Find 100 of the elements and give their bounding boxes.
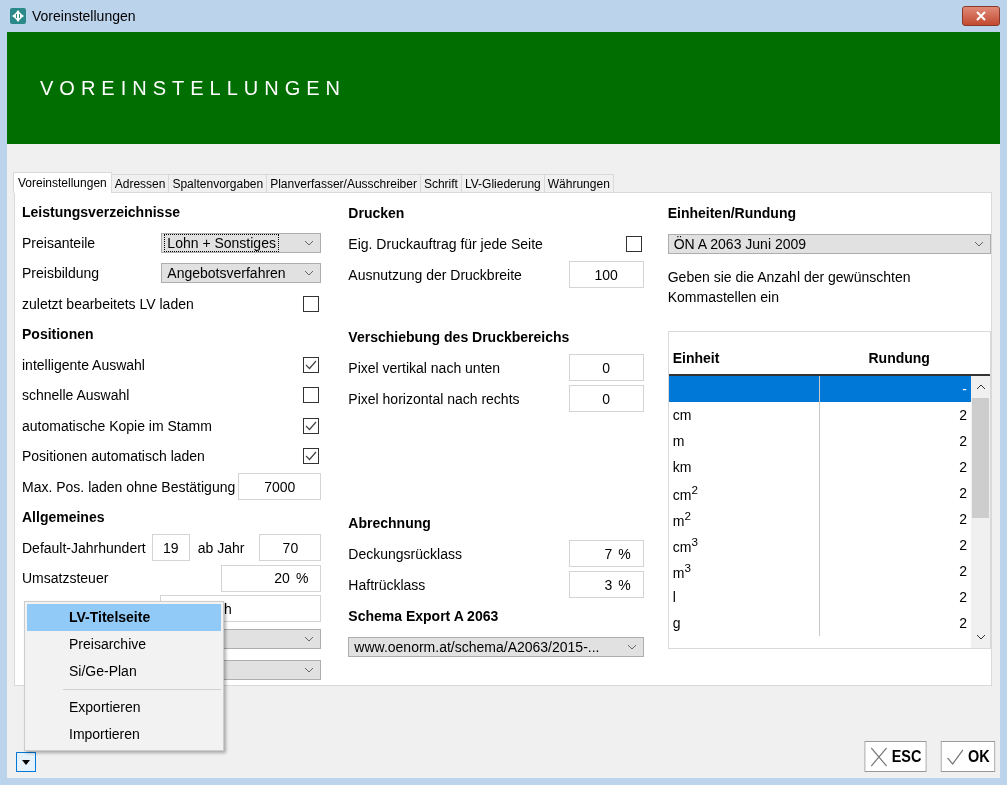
table-row[interactable]: m$^{2}$ 2 xyxy=(668,506,971,532)
field-label: Max. Pos. laden ohne Bestätigung xyxy=(22,478,236,495)
table-cell: - xyxy=(962,381,967,397)
checkbox[interactable] xyxy=(303,356,320,373)
field-label: Default-Jahrhundert xyxy=(22,539,146,556)
section-heading: Drucken xyxy=(348,204,405,221)
field-label: Haftrücklass xyxy=(348,576,426,593)
chevron-down-icon xyxy=(974,240,984,247)
menu-item[interactable]: Importieren xyxy=(27,721,221,748)
chevron-down-icon xyxy=(304,666,315,673)
table-cell: 2 xyxy=(959,485,967,501)
table-cell: l xyxy=(672,589,676,605)
table-cell: m$^{3}$ xyxy=(672,561,691,581)
ok-button[interactable]: OK xyxy=(940,741,995,772)
checkbox[interactable] xyxy=(303,417,320,434)
input-field[interactable]: 100 xyxy=(568,261,644,288)
checkbox[interactable] xyxy=(303,448,320,465)
close-icon xyxy=(976,11,986,21)
table-cell: km xyxy=(672,459,692,475)
section-heading: Allgemeines xyxy=(22,509,105,526)
menu-item[interactable]: Si/Ge-Plan xyxy=(27,658,221,685)
field-label: Eig. Druckauftrag für jede Seite xyxy=(348,235,543,252)
input-field[interactable]: 0 xyxy=(568,354,644,381)
table-cell: g xyxy=(672,615,681,631)
field-label: automatische Kopie im Stamm xyxy=(22,417,212,434)
menu-dropdown-button[interactable] xyxy=(16,752,36,772)
input-field[interactable]: 7000 xyxy=(238,473,322,501)
section-heading: Verschiebung des Druckbereichs xyxy=(348,328,570,345)
field-label: zuletzt bearbeitets LV laden xyxy=(22,295,194,312)
table-row[interactable]: l 2 xyxy=(668,584,971,610)
table-row[interactable]: - xyxy=(668,376,971,402)
chevron-down-icon xyxy=(304,239,315,246)
field-label: Positionen automatisch laden xyxy=(22,448,205,465)
section-heading: Leistungsverzeichnisse xyxy=(22,204,180,221)
table-row[interactable]: m 2 xyxy=(668,428,971,454)
input-field[interactable]: 70 xyxy=(259,534,322,562)
section-heading: Positionen xyxy=(22,326,94,343)
table-row[interactable]: km 2 xyxy=(668,454,971,480)
dropdown[interactable]: Lohn + Sonstiges xyxy=(161,232,322,253)
close-button[interactable] xyxy=(962,6,1000,26)
dropdown[interactable]: www.oenorm.at/schema/A2063/2015-... xyxy=(348,636,644,657)
field-label: Preisbildung xyxy=(22,265,100,282)
table-cell: 2 xyxy=(959,511,967,527)
dropdown[interactable]: Angebotsverfahren xyxy=(161,263,322,284)
table-cell: m xyxy=(672,433,685,449)
app-icon xyxy=(10,8,26,24)
chevron-up-icon[interactable] xyxy=(975,384,986,390)
menu-item[interactable]: Exportieren xyxy=(27,694,221,721)
menu-item[interactable]: LV-Titelseite xyxy=(27,604,221,631)
chevron-down-icon[interactable] xyxy=(975,634,986,640)
table-cell: 2 xyxy=(959,615,967,631)
table-cell: m$^{2}$ xyxy=(672,509,691,529)
input-field[interactable]: 3 % xyxy=(568,571,644,598)
hint-text: Geben sie die Anzahl der gewünschten Kommastellen ein xyxy=(667,268,912,307)
field-label: Deckungsrücklass xyxy=(348,545,462,562)
input-field[interactable]: 0 xyxy=(568,385,644,412)
column-header: Rundung xyxy=(867,350,931,366)
field-label: Umsatzsteuer xyxy=(22,570,109,587)
table-cell: 2 xyxy=(959,407,967,423)
section-heading: Schema Export A 2063 xyxy=(348,607,499,624)
dropdown[interactable]: ÖN A 2063 Juni 2009 xyxy=(667,233,991,254)
checkbox[interactable] xyxy=(625,235,642,252)
table-row[interactable]: g 2 xyxy=(668,610,971,636)
field-label: Pixel horizontal nach rechts xyxy=(348,390,520,407)
checkbox[interactable] xyxy=(303,387,320,404)
checkbox[interactable] xyxy=(303,295,320,312)
cancel-button[interactable]: ESC xyxy=(864,741,927,772)
field-label: Preisanteile xyxy=(22,234,96,251)
table-row[interactable]: cm$^{3}$ 2 xyxy=(668,532,971,558)
table-row[interactable]: m$^{3}$ 2 xyxy=(668,558,971,584)
triangle-down-icon xyxy=(22,759,30,765)
field-label: schnelle Auswahl xyxy=(22,387,130,404)
table-row[interactable]: cm 2 xyxy=(668,402,971,428)
tab[interactable]: Währungen xyxy=(543,174,614,192)
table-cell: 2 xyxy=(959,563,967,579)
table-cell: 2 xyxy=(959,589,967,605)
scrollbar[interactable] xyxy=(971,376,990,648)
table-cell: cm$^{2}$ xyxy=(672,483,698,503)
input-field[interactable]: 7 % xyxy=(568,540,644,567)
tab[interactable]: LV-Gliederung xyxy=(460,174,545,192)
window-title: Voreinstellungen xyxy=(32,8,136,24)
table-cell: cm xyxy=(672,407,692,423)
section-heading: Einheiten/Rundung xyxy=(667,204,797,221)
table-cell: 2 xyxy=(959,537,967,553)
tab[interactable]: Voreinstellungen xyxy=(13,172,112,193)
table-cell: cm$^{3}$ xyxy=(672,535,698,555)
field-label: Ausnutzung der Druckbreite xyxy=(348,266,522,283)
banner-title: VOREINSTELLUNGEN xyxy=(40,76,347,100)
table-cell: 2 xyxy=(959,433,967,449)
input-field[interactable]: 19 xyxy=(151,534,190,562)
tab[interactable]: Spaltenvorgaben xyxy=(168,174,268,192)
menu-item[interactable]: Preisarchive xyxy=(27,631,221,658)
chevron-down-icon xyxy=(626,643,637,650)
chevron-down-icon xyxy=(304,270,315,277)
section-heading: Abrechnung xyxy=(348,514,431,531)
table-row[interactable]: cm$^{2}$ 2 xyxy=(668,480,971,506)
table-cell: 2 xyxy=(959,459,967,475)
chevron-down-icon xyxy=(304,636,315,643)
input-field[interactable]: 20 % xyxy=(221,564,322,592)
close-icon xyxy=(869,745,888,768)
